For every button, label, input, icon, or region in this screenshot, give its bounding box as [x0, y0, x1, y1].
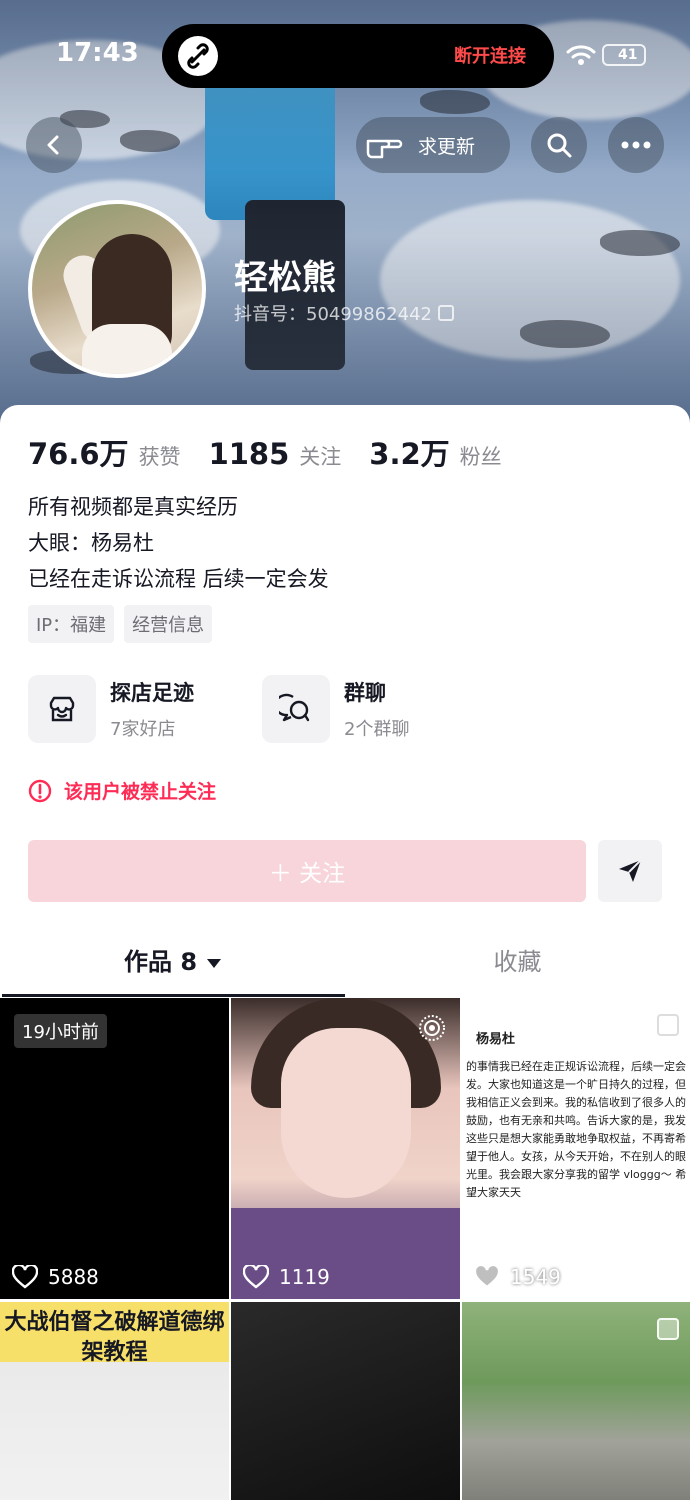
like-count: 5888: [12, 1265, 99, 1289]
tab-works[interactable]: 作品 8: [0, 940, 345, 984]
shortcut-store-title: 探店足迹: [110, 681, 194, 705]
shortcut-store-visits[interactable]: 探店足迹 7家好店: [28, 675, 206, 743]
tab-favorites[interactable]: 收藏: [345, 940, 690, 984]
request-update-button[interactable]: 求更新: [356, 117, 510, 173]
disconnect-link[interactable]: 断开连接: [454, 42, 526, 68]
like-count: 1549: [474, 1265, 561, 1289]
profile-stats: 76.6万 获赞 1185 关注 3.2万 粉丝: [28, 431, 502, 473]
heart-icon: [474, 1265, 500, 1289]
bio-line: 已经在走诉讼流程 后续一定会发: [28, 567, 329, 591]
send-icon: [619, 859, 642, 882]
follow-button[interactable]: ＋ 关注: [28, 840, 586, 902]
more-button[interactable]: [608, 117, 664, 173]
bio-line: 所有视频都是真实经历: [28, 495, 238, 519]
like-count-text: 1549: [510, 1265, 561, 1289]
video-thumbnail[interactable]: [231, 1302, 460, 1500]
preview-author: 杨易杜: [476, 1032, 516, 1047]
group-chat-icon: [262, 675, 330, 743]
bio-line: 大眼：杨易杜: [28, 531, 154, 555]
nickname: 轻松熊: [234, 258, 336, 298]
search-button[interactable]: [531, 117, 587, 173]
share-button[interactable]: [598, 840, 662, 902]
follow-button-label: ＋ 关注: [268, 861, 346, 887]
back-button[interactable]: [26, 117, 82, 173]
bio: 所有视频都是真实经历 大眼：杨易杜 已经在走诉讼流程 后续一定会发: [28, 489, 329, 597]
heart-icon: [243, 1265, 269, 1289]
live-photo-icon: [419, 1015, 445, 1041]
heart-icon: [12, 1265, 38, 1289]
like-count-text: 5888: [48, 1265, 99, 1289]
copy-icon[interactable]: [437, 305, 454, 321]
video-thumbnail[interactable]: [462, 1302, 690, 1500]
profile-shortcuts: 探店足迹 7家好店 群聊 2个群聊: [28, 675, 440, 743]
caret-down-icon: [207, 958, 222, 968]
avatar[interactable]: [28, 200, 206, 378]
tab-works-label: 作品 8: [123, 948, 198, 976]
chevron-left-icon: [47, 135, 59, 155]
stat-following[interactable]: 1185 关注: [209, 437, 342, 471]
ip-location-tag: IP：福建: [28, 605, 115, 643]
video-thumbnail[interactable]: 19小时前 5888: [0, 998, 229, 1299]
like-count: 1119: [243, 1265, 330, 1289]
screen-share-island[interactable]: 断开连接: [162, 24, 554, 88]
search-icon: [547, 133, 572, 158]
shortcut-group-chat[interactable]: 群聊 2个群聊: [262, 675, 440, 743]
video-title-overlay: 大战伯督之破解道德绑架教程: [4, 1310, 225, 1365]
shortcut-group-sub: 2个群聊: [344, 719, 410, 740]
store-icon: [28, 675, 96, 743]
like-count-text: 1119: [279, 1265, 330, 1289]
time-badge: 19小时前: [14, 1014, 107, 1048]
warning-circle-icon: [28, 779, 52, 802]
battery-level: 41: [618, 47, 638, 63]
stat-followers-num: 3.2万: [369, 437, 450, 471]
status-time: 17:43: [56, 38, 139, 68]
more-dots-icon: [621, 141, 651, 149]
shortcut-store-sub: 7家好店: [110, 719, 176, 740]
content-tabs: 作品 8 收藏: [0, 940, 690, 998]
profile-card: 76.6万 获赞 1185 关注 3.2万 粉丝 所有视频都是真实经历 大眼：杨…: [0, 405, 690, 1500]
stat-following-label: 关注: [299, 445, 342, 469]
stat-likes[interactable]: 76.6万 获赞: [28, 431, 181, 473]
shortcut-group-title: 群聊: [344, 681, 386, 705]
profile-tags: IP：福建 经营信息: [28, 605, 213, 643]
tab-favorites-label: 收藏: [493, 948, 542, 976]
stat-likes-label: 获赞: [138, 445, 181, 469]
business-info-tag[interactable]: 经营信息: [124, 605, 213, 643]
link-broken-icon: [178, 36, 218, 76]
battery-icon: 41: [602, 44, 646, 66]
stat-followers-label: 粉丝: [459, 445, 502, 469]
follow-ban-text: 该用户被禁止关注: [64, 781, 217, 803]
follow-ban-notice: 该用户被禁止关注: [28, 777, 216, 804]
request-update-label: 求更新: [418, 135, 476, 158]
video-thumbnail[interactable]: 大战伯督之破解道德绑架教程: [0, 1302, 229, 1500]
select-checkbox[interactable]: [657, 1318, 679, 1340]
video-thumbnail[interactable]: 1119: [231, 998, 460, 1299]
pointing-hand-icon: [366, 139, 403, 159]
douyin-id-text: 抖音号：50499862442: [234, 304, 432, 325]
video-thumbnail[interactable]: 杨易杜 的事情我已经在走正规诉讼流程，后续一定会发。大家也知道这是一个旷日持久的…: [462, 998, 690, 1299]
select-checkbox[interactable]: [657, 1014, 679, 1036]
stat-likes-num: 76.6万: [28, 437, 129, 471]
douyin-id[interactable]: 抖音号：50499862442: [234, 300, 454, 326]
stat-following-num: 1185: [208, 437, 290, 471]
wifi-icon: [566, 45, 596, 65]
preview-text: 的事情我已经在走正规诉讼流程，后续一定会发。大家也知道这是一个旷日持久的过程，但…: [466, 1060, 687, 1199]
stat-followers[interactable]: 3.2万 粉丝: [369, 431, 501, 473]
tab-indicator: [2, 994, 345, 997]
